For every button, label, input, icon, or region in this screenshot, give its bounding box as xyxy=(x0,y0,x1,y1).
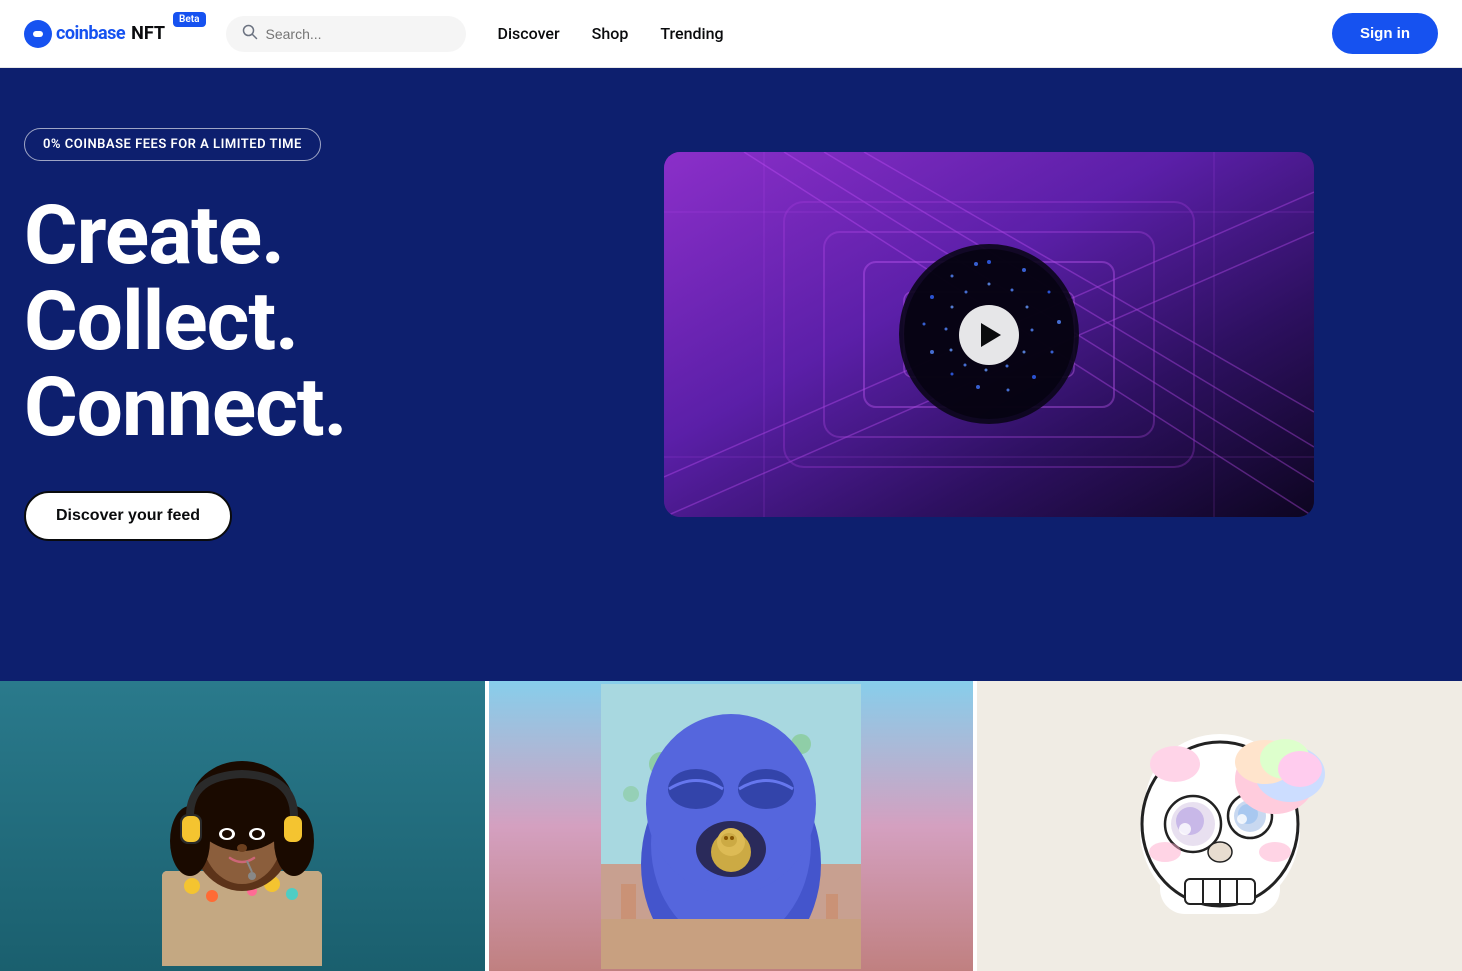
hero-video[interactable] xyxy=(664,152,1314,517)
coinbase-wordmark: coinbase xyxy=(56,23,125,44)
fee-badge: 0% COINBASE FEES FOR A LIMITED TIME xyxy=(24,128,321,161)
hero-content: 0% COINBASE FEES FOR A LIMITED TIME Crea… xyxy=(24,128,664,541)
blue-creature-artwork xyxy=(601,684,861,969)
search-bar[interactable] xyxy=(226,16,466,52)
hero-title: Create. Collect. Connect. xyxy=(24,193,624,451)
search-icon xyxy=(242,24,258,44)
nft-artwork-2 xyxy=(489,681,974,971)
nft-cards-section xyxy=(0,681,1462,971)
hero-title-line2: Collect. xyxy=(24,274,298,370)
hero-section: 0% COINBASE FEES FOR A LIMITED TIME Crea… xyxy=(0,68,1462,601)
hero-title-line1: Create. xyxy=(24,188,284,284)
nav-links: Discover Shop Trending xyxy=(498,24,1332,43)
nft-label: NFT xyxy=(131,23,165,44)
beta-badge: Beta xyxy=(173,12,205,27)
nft-artwork-1 xyxy=(0,681,485,971)
logo-area: coinbase NFT Beta xyxy=(24,20,206,48)
play-button[interactable] xyxy=(959,305,1019,365)
nft-card-1[interactable] xyxy=(0,681,485,971)
skull-artwork xyxy=(1090,684,1350,969)
coinbase-icon xyxy=(24,20,52,48)
search-input[interactable] xyxy=(266,26,450,42)
coinbase-logo[interactable]: coinbase NFT Beta xyxy=(24,20,206,48)
nav-shop[interactable]: Shop xyxy=(592,24,629,43)
hero-bottom-section xyxy=(0,601,1462,681)
nft-card-2[interactable] xyxy=(489,681,974,971)
nft-artwork-3 xyxy=(977,681,1462,971)
nav-discover[interactable]: Discover xyxy=(498,24,560,43)
play-icon xyxy=(981,323,1001,347)
nft-card-3[interactable] xyxy=(977,681,1462,971)
discover-feed-button[interactable]: Discover your feed xyxy=(24,491,232,541)
signin-button[interactable]: Sign in xyxy=(1332,13,1438,54)
woman-headphones-artwork xyxy=(122,686,362,966)
navbar: coinbase NFT Beta Discover Shop Trending… xyxy=(0,0,1462,68)
hero-title-line3: Connect. xyxy=(24,360,346,456)
video-background xyxy=(664,152,1314,517)
nav-trending[interactable]: Trending xyxy=(660,24,723,43)
